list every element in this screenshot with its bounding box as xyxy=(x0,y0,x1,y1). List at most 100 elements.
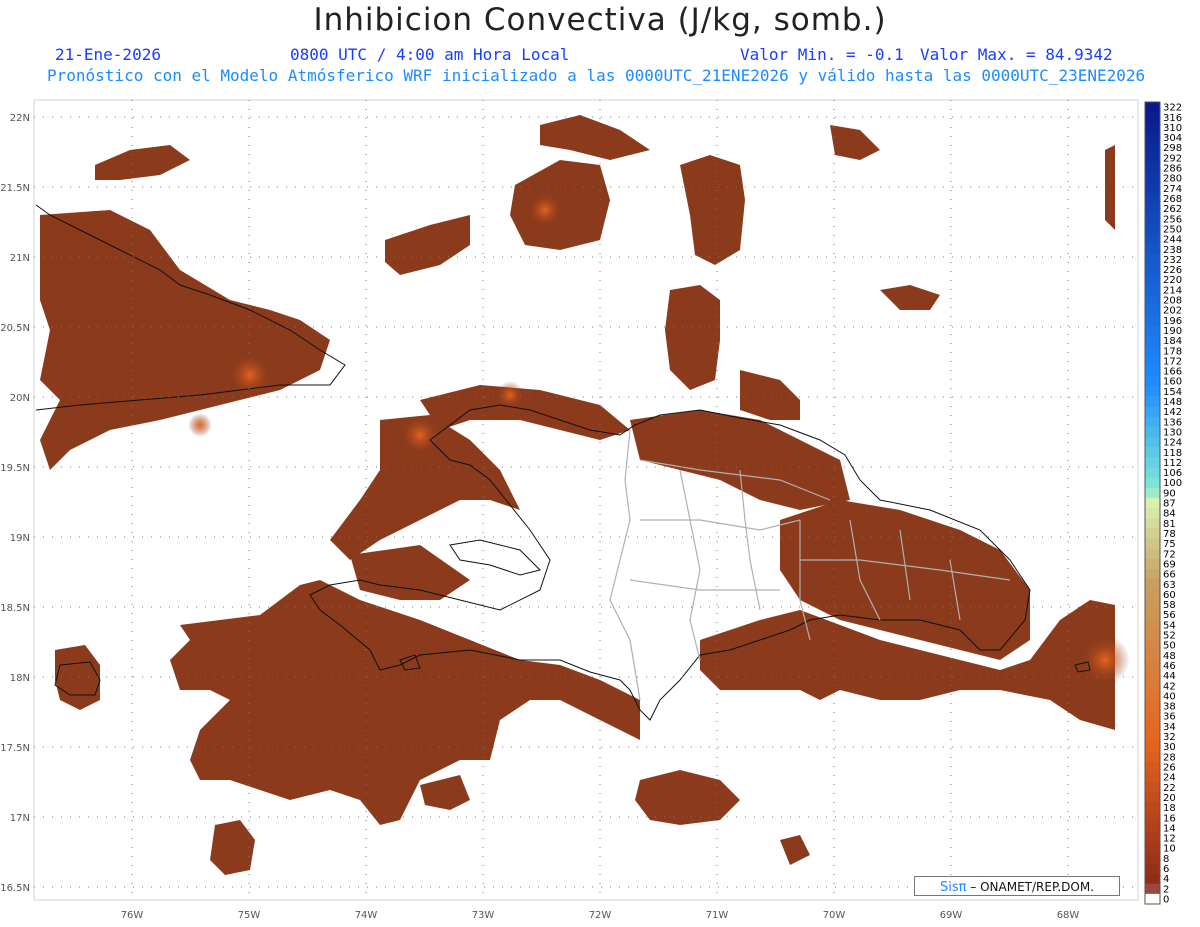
colorbar-swatch xyxy=(1145,376,1160,387)
colorbar-swatch xyxy=(1145,518,1160,529)
colorbar-swatch xyxy=(1145,609,1160,621)
colorbar-swatch xyxy=(1145,132,1160,144)
colorbar-swatch xyxy=(1145,355,1160,367)
credit-text: – ONAMET/REP.DOM. xyxy=(966,880,1094,894)
lat-tick: 19.5N xyxy=(0,463,30,474)
colorbar-swatch xyxy=(1145,183,1160,194)
colorbar-swatch xyxy=(1145,721,1160,732)
lat-tick: 19N xyxy=(10,533,30,544)
colorbar-swatch xyxy=(1145,660,1160,671)
lat-tick: 20N xyxy=(10,393,30,404)
colorbar-swatch xyxy=(1145,487,1160,499)
colorbar-swatch xyxy=(1145,853,1160,864)
colorbar-swatch xyxy=(1145,619,1160,631)
colorbar-swatch xyxy=(1145,284,1160,296)
colorbar-label: 0 xyxy=(1163,894,1169,905)
lon-tick: 68W xyxy=(1057,910,1080,921)
lon-tick: 70W xyxy=(823,910,846,921)
colorbar-swatch xyxy=(1145,365,1160,377)
colorbar-swatch xyxy=(1145,122,1160,133)
colorbar-swatch xyxy=(1145,629,1160,641)
colorbar-swatch xyxy=(1145,579,1160,590)
colorbar-swatch xyxy=(1145,711,1160,722)
colorbar-swatch xyxy=(1145,305,1160,316)
colorbar-labels: 3223163103042982922862802742682622562502… xyxy=(1163,103,1182,906)
colorbar-swatch xyxy=(1145,782,1160,793)
colorbar-swatch xyxy=(1145,426,1160,438)
lat-tick: 18.5N xyxy=(0,603,30,614)
colorbar-swatch xyxy=(1145,761,1160,773)
colorbar-swatch xyxy=(1145,213,1160,225)
colorbar-swatch xyxy=(1145,386,1160,397)
colorbar-swatch xyxy=(1145,102,1160,113)
colorbar-swatch xyxy=(1145,173,1160,184)
colorbar-swatch xyxy=(1145,599,1160,610)
colorbar-swatch xyxy=(1145,792,1160,803)
colorbar-swatch xyxy=(1145,548,1160,560)
colorbar-swatch xyxy=(1145,335,1160,347)
lat-tick: 18N xyxy=(10,673,30,684)
colorbar-swatch xyxy=(1145,315,1160,326)
colorbar-swatch xyxy=(1145,843,1160,854)
colorbar-swatch xyxy=(1145,447,1160,458)
colorbar-swatch xyxy=(1145,568,1160,580)
lat-tick: 22N xyxy=(10,113,30,124)
colorbar-swatch xyxy=(1145,467,1160,479)
colorbar-swatch xyxy=(1145,812,1160,824)
colorbar-swatch xyxy=(1145,731,1160,742)
colorbar-swatch xyxy=(1145,832,1160,844)
colorbar-swatch xyxy=(1145,254,1160,265)
colorbar-swatch xyxy=(1145,883,1160,895)
colorbar-swatch xyxy=(1145,700,1160,712)
lat-tick: 21N xyxy=(10,253,30,264)
colorbar-swatch xyxy=(1145,193,1160,204)
colorbar-swatch xyxy=(1145,457,1160,468)
colorbar-swatch xyxy=(1145,264,1160,275)
colorbar-swatch xyxy=(1145,112,1160,123)
colorbar-swatch xyxy=(1145,233,1160,245)
credit-brand: Sisπ xyxy=(940,880,967,895)
lat-tick: 17N xyxy=(10,813,30,824)
lon-tick: 75W xyxy=(238,910,261,921)
colorbar-swatch xyxy=(1145,396,1160,407)
colorbar-swatch xyxy=(1145,751,1160,763)
colorbar-swatch xyxy=(1145,244,1160,255)
colorbar-swatch xyxy=(1145,741,1160,753)
lon-tick: 71W xyxy=(706,910,729,921)
map-canvas: 22N 21.5N 21N 20.5N 20N 19.5N 19N 18.5N … xyxy=(0,99,1182,921)
colorbar-swatch xyxy=(1145,294,1160,306)
colorbar-swatch xyxy=(1145,437,1160,448)
lat-tick: 21.5N xyxy=(0,183,30,194)
colorbar-swatch xyxy=(1145,406,1160,418)
colorbar-swatch xyxy=(1145,670,1160,682)
latitude-axis: 22N 21.5N 21N 20.5N 20N 19.5N 19N 18.5N … xyxy=(0,113,30,894)
colorbar-swatch xyxy=(1145,528,1160,539)
colorbar-swatch xyxy=(1145,822,1160,834)
lon-tick: 72W xyxy=(589,910,612,921)
lon-tick: 69W xyxy=(940,910,963,921)
colorbar-swatch xyxy=(1145,690,1160,702)
longitude-axis: 76W 75W 74W 73W 72W 71W 70W 69W 68W xyxy=(121,910,1080,921)
colorbar-swatch xyxy=(1145,863,1160,874)
lon-tick: 73W xyxy=(472,910,495,921)
colorbar-swatch xyxy=(1145,589,1160,600)
colorbar-swatch xyxy=(1145,650,1160,661)
colorbar-swatch xyxy=(1145,162,1160,174)
lat-tick: 16.5N xyxy=(0,883,30,894)
colorbar-swatch xyxy=(1145,772,1160,783)
colorbar-swatch xyxy=(1145,477,1160,489)
credit-box: Sisπ – ONAMET/REP.DOM. xyxy=(914,876,1120,896)
colorbar xyxy=(1144,101,1161,905)
colorbar-swatch xyxy=(1145,680,1160,692)
colorbar-swatch xyxy=(1145,274,1160,286)
colorbar-swatch xyxy=(1145,538,1160,550)
colorbar-swatch xyxy=(1145,325,1160,336)
colorbar-swatch xyxy=(1145,802,1160,814)
colorbar-swatch xyxy=(1145,142,1160,154)
colorbar-swatch xyxy=(1145,508,1160,519)
colorbar-swatch xyxy=(1145,416,1160,428)
colorbar-swatch xyxy=(1145,223,1160,235)
colorbar-swatch xyxy=(1145,893,1160,905)
colorbar-swatch xyxy=(1145,640,1160,651)
colorbar-swatch xyxy=(1145,203,1160,215)
